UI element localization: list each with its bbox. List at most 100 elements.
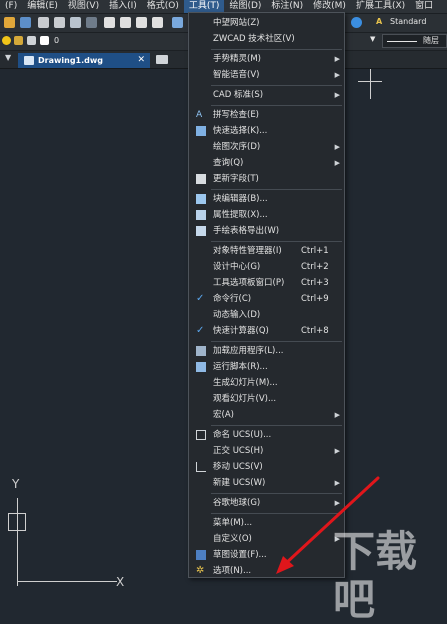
run-script-icon: [196, 362, 206, 372]
menu-item-attribute-extract[interactable]: 属性提取(X)...: [189, 207, 344, 223]
undo-icon[interactable]: [172, 17, 183, 28]
ucs-x-label: X: [116, 575, 125, 589]
menu-item-dynamic-input[interactable]: 动态输入(D): [189, 307, 344, 323]
menu-separator: [211, 493, 342, 494]
watermark-text: 下载吧: [333, 527, 418, 624]
block-editor-icon: [196, 194, 206, 204]
linetype-value: 随层: [423, 36, 439, 45]
attribute-extract-icon: [196, 210, 206, 220]
menu-item-view-slide[interactable]: 观看幻灯片(V)...: [189, 391, 344, 407]
menu-edit[interactable]: 编辑(E): [22, 0, 63, 13]
menu-item-drafting-settings[interactable]: 草图设置(F)...: [189, 547, 344, 563]
open-file-icon[interactable]: [4, 17, 15, 28]
menu-item-command-line[interactable]: ✓ 命令行(C) Ctrl+9: [189, 291, 344, 307]
menu-extensions[interactable]: 扩展工具(X): [351, 0, 410, 13]
menu-item-customize[interactable]: 自定义(O) ▶: [189, 531, 344, 547]
quick-select-icon: [196, 126, 206, 136]
drawing-file-icon: [24, 56, 34, 65]
submenu-arrow-icon: ▶: [334, 411, 340, 419]
submenu-arrow-icon: ▶: [334, 479, 340, 487]
match-properties-icon[interactable]: [152, 17, 163, 28]
tools-menu-dropdown: 中望网站(Z) ZWCAD 技术社区(V) 手势精灵(M) ▶ 智能语音(V) ▶ …: [188, 12, 345, 578]
menu-item-load-app[interactable]: 加载应用程序(L)...: [189, 343, 344, 359]
menu-item-draw-order[interactable]: 绘图次序(D) ▶: [189, 139, 344, 155]
menu-item-macro[interactable]: 宏(A) ▶: [189, 407, 344, 423]
close-icon[interactable]: ✕: [137, 53, 145, 68]
paste-icon[interactable]: [136, 17, 147, 28]
globe-icon[interactable]: [351, 17, 362, 28]
cut-icon[interactable]: [104, 17, 115, 28]
menu-item-menu[interactable]: 菜单(M)...: [189, 515, 344, 531]
menu-item-voice[interactable]: 智能语音(V) ▶: [189, 67, 344, 83]
menu-item-properties[interactable]: 对象特性管理器(I) Ctrl+1: [189, 243, 344, 259]
linetype-dropdown-arrow-icon[interactable]: ▼: [370, 35, 375, 43]
menu-item-quick-select[interactable]: 快速选择(K)...: [189, 123, 344, 139]
ucs-crosshair: [8, 513, 26, 531]
menu-window[interactable]: 窗口: [410, 0, 438, 13]
menu-item-quick-calc[interactable]: ✓ 快速计算器(Q) Ctrl+8: [189, 323, 344, 339]
menu-item-update-field[interactable]: 更新字段(T): [189, 171, 344, 187]
submenu-arrow-icon: ▶: [334, 91, 340, 99]
submenu-arrow-icon: ▶: [334, 55, 340, 63]
layer-freeze-icon[interactable]: [14, 36, 23, 45]
menu-item-tech-community[interactable]: ZWCAD 技术社区(V): [189, 31, 344, 47]
ucs-y-axis: [17, 498, 18, 586]
options-gear-icon: ✲: [196, 565, 205, 576]
menu-item-move-ucs[interactable]: 移动 UCS(V): [189, 459, 344, 475]
crosshair-line: [370, 69, 371, 99]
plot-icon[interactable]: [86, 17, 97, 28]
named-ucs-icon: [196, 430, 206, 440]
menu-item-orthographic-ucs[interactable]: 正交 UCS(H) ▶: [189, 443, 344, 459]
menu-item-inquiry[interactable]: 查询(Q) ▶: [189, 155, 344, 171]
menu-item-zwsoft-website[interactable]: 中望网站(Z): [189, 15, 344, 31]
submenu-arrow-icon: ▶: [334, 71, 340, 79]
menu-item-spell-check[interactable]: A 拼写检查(E): [189, 107, 344, 123]
watermark-logo: 下载吧: [333, 528, 445, 624]
menu-separator: [211, 189, 342, 190]
copy-icon[interactable]: [120, 17, 131, 28]
menu-separator: [211, 85, 342, 86]
layer-color-icon[interactable]: [40, 36, 49, 45]
load-app-icon: [196, 346, 206, 356]
menu-format[interactable]: 格式(O): [142, 0, 184, 13]
tab-list-arrow-icon[interactable]: ▼: [5, 53, 11, 62]
menu-item-make-slide[interactable]: 生成幻灯片(M)...: [189, 375, 344, 391]
checkmark-icon: ✓: [196, 293, 205, 304]
text-style-selector[interactable]: A Standard: [372, 15, 447, 29]
menu-insert[interactable]: 插入(I): [104, 0, 142, 13]
menu-separator: [211, 105, 342, 106]
layer-lock-icon[interactable]: [27, 36, 36, 45]
linetype-selector[interactable]: 随层: [382, 34, 447, 48]
menu-item-design-center[interactable]: 设计中心(G) Ctrl+2: [189, 259, 344, 275]
table-export-icon: [196, 226, 206, 236]
layer-value[interactable]: 0: [54, 34, 59, 48]
move-ucs-icon: [196, 462, 206, 472]
menu-item-cad-standards[interactable]: CAD 标准(S) ▶: [189, 87, 344, 103]
menu-separator: [211, 425, 342, 426]
save-icon[interactable]: [20, 17, 31, 28]
print-preview-icon[interactable]: [54, 17, 65, 28]
menu-view[interactable]: 视图(V): [63, 0, 104, 13]
menu-file[interactable]: (F): [0, 0, 22, 13]
print-icon[interactable]: [38, 17, 49, 28]
drafting-settings-icon: [196, 550, 206, 560]
menu-item-named-ucs[interactable]: 命名 UCS(U)...: [189, 427, 344, 443]
publish-icon[interactable]: [70, 17, 81, 28]
menu-item-options[interactable]: ✲ 选项(N)...: [189, 563, 344, 579]
text-style-icon: A: [376, 17, 383, 26]
menu-separator: [211, 49, 342, 50]
menu-item-table-export[interactable]: 手绘表格导出(W): [189, 223, 344, 239]
menu-item-run-script[interactable]: 运行脚本(R)...: [189, 359, 344, 375]
menu-item-new-ucs[interactable]: 新建 UCS(W) ▶: [189, 475, 344, 491]
text-style-value: Standard: [390, 17, 427, 26]
menu-item-gesture[interactable]: 手势精灵(M) ▶: [189, 51, 344, 67]
layer-on-icon[interactable]: [2, 36, 11, 45]
tab-drawing1[interactable]: Drawing1.dwg ✕: [18, 53, 150, 68]
menu-item-google-earth[interactable]: 谷歌地球(G) ▶: [189, 495, 344, 511]
menu-item-block-editor[interactable]: 块编辑器(B)...: [189, 191, 344, 207]
ucs-x-axis: [17, 581, 117, 582]
linetype-sample: [387, 41, 417, 42]
submenu-arrow-icon: ▶: [334, 447, 340, 455]
new-tab-icon[interactable]: [156, 55, 168, 64]
menu-item-tool-palettes[interactable]: 工具选项板窗口(P) Ctrl+3: [189, 275, 344, 291]
